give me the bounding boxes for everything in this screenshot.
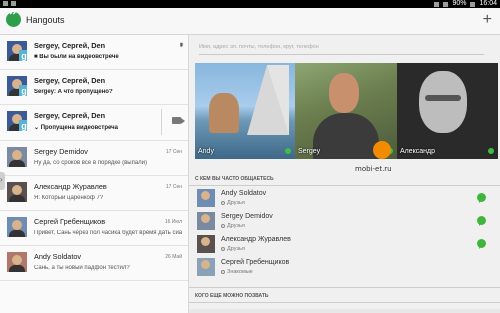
group-avatar (7, 111, 27, 131)
conversation-date: 17 Сен (165, 149, 182, 155)
featured-contacts: Andy Sergey Александр mobi-et.ru (195, 63, 498, 173)
photo-shirt (313, 113, 379, 159)
conversation-preview: Ну да, со сроков все в порядке (выпали) (34, 160, 148, 166)
hangout-icon[interactable] (477, 239, 486, 249)
hangouts-logo-icon[interactable] (6, 9, 21, 27)
hangout-icon[interactable] (477, 193, 486, 203)
contact-card-name: Andy (198, 148, 214, 155)
conversation-name: Sergey, Сергей, Den (34, 41, 106, 50)
contact-row-partial[interactable] (189, 309, 500, 313)
drawer-handle[interactable] (0, 172, 5, 190)
photo-head (329, 73, 359, 113)
contact-row[interactable]: Александр Журавлев Друзья (189, 233, 500, 256)
avatar (197, 258, 215, 276)
conversation-preview: Sergey: А что пропущено? (34, 89, 113, 95)
battery-percent: 90% (452, 0, 467, 7)
circles-icon (221, 223, 225, 228)
photo-head (419, 71, 467, 133)
contact-relation: Знакомые (221, 269, 253, 275)
circles-icon (221, 200, 225, 205)
contact-card-name: Sergey (298, 148, 321, 155)
contact-name: Сергей Гребенщиков (221, 259, 290, 266)
conversation-date: 17 Сен (165, 184, 182, 190)
app-title: Hangouts (26, 15, 65, 25)
videocam-icon[interactable] (172, 117, 185, 124)
frequent-section-title: С КЕМ ВЫ ЧАСТО ОБЩАЕТЕСЬ (195, 176, 274, 182)
conversation-name: Sergey, Сергей, Den (34, 76, 106, 85)
divider (189, 287, 500, 288)
avatar (197, 189, 215, 207)
divider (161, 109, 162, 135)
divider (189, 185, 500, 186)
conversation-preview: ■ Вы были на видеовстрече (34, 54, 119, 60)
contact-row[interactable]: Andy Soldatov Друзья (189, 187, 500, 210)
conversation-item[interactable]: Sergey, Сергей, Den Sergey: А что пропущ… (0, 70, 188, 105)
invite-section-title: КОГО ЕЩЕ МОЖНО ПОЗВАТЬ (195, 293, 269, 299)
conversation-preview: Привет, Сань через пол часика будет врем… (34, 230, 182, 236)
online-indicator-icon (488, 148, 494, 154)
contact-row[interactable]: Сергей Гребенщиков Знакомые (189, 256, 500, 279)
contact-relation: Друзья (221, 223, 245, 229)
contact-card-alexander[interactable]: Александр (397, 63, 498, 159)
conversation-item[interactable]: Sergey Demidov Ну да, со сроков все в по… (0, 141, 188, 176)
contact-row[interactable]: Sergey Demidov Друзья (189, 210, 500, 233)
photo-sail (247, 65, 289, 135)
notification-icon (3, 1, 8, 6)
contact-name: Sergey Demidov (221, 213, 273, 220)
avatar (7, 147, 27, 167)
circles-icon (221, 246, 225, 251)
conversation-item[interactable]: Andy Soldatov Сань, а ты новый падфон те… (0, 246, 188, 281)
bluetooth-icon (434, 2, 440, 7)
conversation-name: Andy Soldatov (34, 252, 82, 261)
action-bar: Hangouts + (0, 8, 500, 35)
photo-person (209, 93, 239, 133)
conversation-name: Александр Журавлев (34, 182, 107, 191)
new-conversation-button[interactable]: + (483, 11, 492, 29)
online-indicator-icon (285, 148, 291, 154)
contact-card-andy[interactable]: Andy (195, 63, 295, 159)
watermark-text: mobi-et.ru (355, 165, 392, 173)
contact-name: Александр Журавлев (221, 236, 291, 243)
conversation-name: Sergey Demidov (34, 147, 88, 156)
status-indicators: 90% 16:04 (434, 0, 497, 8)
conversation-name: Sergey, Сергей, Den (34, 111, 106, 120)
watermark-logo-icon (373, 141, 391, 159)
conversation-item[interactable]: Sergey, Сергей, Den ■ Вы были на видеовс… (0, 35, 188, 70)
clock: 16:04 (479, 0, 497, 7)
conversation-preview: ⌄ Пропущена видеовстреча (34, 125, 118, 131)
group-avatar (7, 76, 27, 96)
conversation-date: 16 Июл (164, 219, 182, 225)
contact-relation: Друзья (221, 246, 245, 252)
conversation-name: Сергей Гребенщиков (34, 217, 106, 226)
battery-icon (470, 2, 476, 7)
divider (189, 302, 500, 303)
conversation-date: 26 Май (165, 254, 182, 260)
group-avatar (7, 41, 27, 61)
avatar (197, 212, 215, 230)
avatar (7, 182, 27, 202)
status-bar: 90% 16:04 (0, 0, 500, 8)
conversation-preview: Я: Который царенкоф 7? (34, 195, 104, 201)
signal-icon: ▮ı (179, 42, 184, 48)
hangouts-app: 90% 16:04 Hangouts + Sergey, Сергей, Den… (0, 0, 500, 313)
wifi-icon (443, 2, 449, 7)
contact-name: Andy Soldatov (221, 190, 267, 197)
avatar (197, 235, 215, 253)
contacts-pane: Имя, адрес эл. почты, телефон, круг, тел… (189, 35, 500, 313)
conversation-list: Sergey, Сергей, Den ■ Вы были на видеовс… (0, 35, 189, 313)
conversation-item[interactable]: Sergey, Сергей, Den ⌄ Пропущена видеовст… (0, 105, 188, 141)
contact-relation: Друзья (221, 200, 245, 206)
contact-card-name: Александр (400, 148, 436, 155)
avatar (7, 217, 27, 237)
notification-icon (11, 1, 16, 6)
conversation-item[interactable]: Сергей Гребенщиков Привет, Сань через по… (0, 211, 188, 246)
hangout-icon[interactable] (477, 216, 486, 226)
search-input[interactable]: Имя, адрес эл. почты, телефон, круг, тел… (199, 41, 484, 55)
conversation-preview: Сань, а ты новый падфон тестил? (34, 265, 130, 271)
conversation-item[interactable]: Александр Журавлев Я: Который царенкоф 7… (0, 176, 188, 211)
avatar (7, 252, 27, 272)
circles-icon (221, 269, 225, 274)
status-notifications (3, 0, 16, 6)
